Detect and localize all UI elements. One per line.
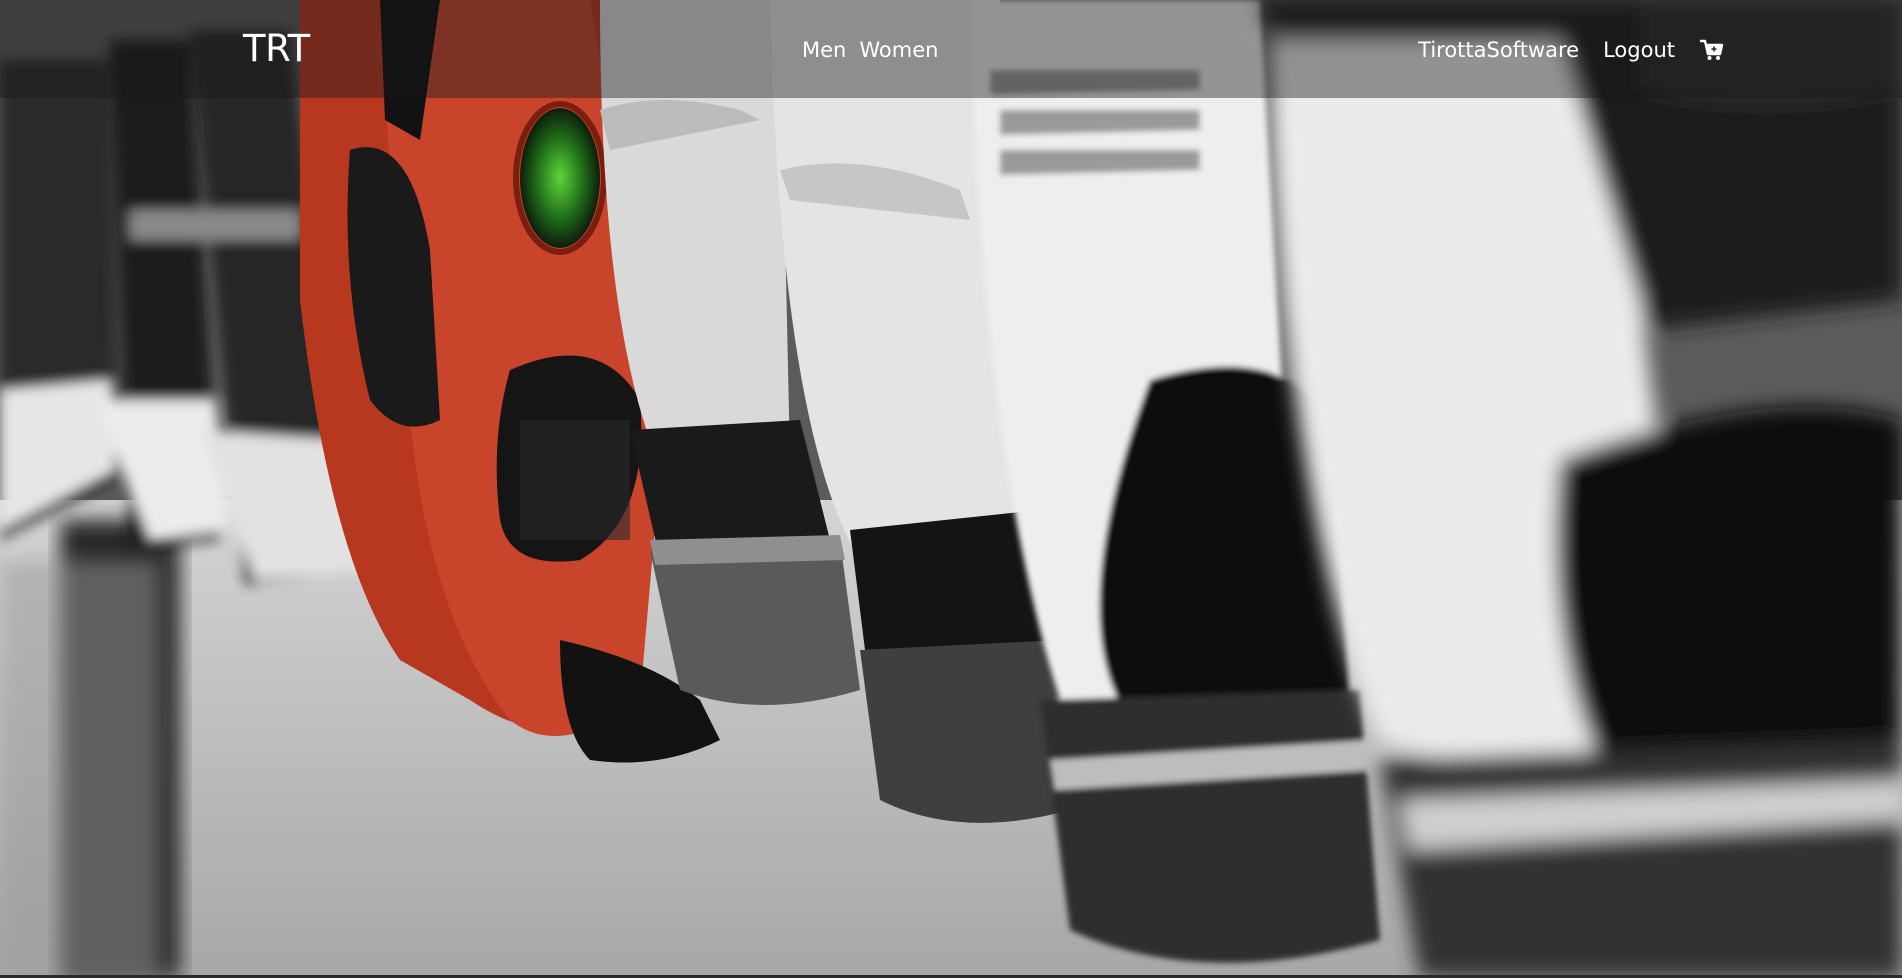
category-nav: Men Women	[802, 36, 938, 64]
top-navbar: TRT Men Women TirottaSoftware Logout	[0, 0, 1902, 98]
nav-link-men[interactable]: Men	[802, 36, 846, 64]
account-nav: TirottaSoftware Logout	[1418, 36, 1725, 64]
shopping-cart-add-icon[interactable]	[1699, 37, 1725, 63]
brand-logo-link[interactable]: TRT	[243, 27, 310, 71]
sneakers-photo	[0, 0, 1902, 978]
cart-icon-graphic	[1699, 39, 1724, 60]
nav-link-women[interactable]: Women	[859, 36, 938, 64]
landing-page: TRT Men Women TirottaSoftware Logout	[0, 0, 1902, 978]
nav-link-account[interactable]: TirottaSoftware	[1418, 36, 1579, 64]
hero-background-image	[0, 0, 1902, 978]
nav-link-logout[interactable]: Logout	[1603, 36, 1675, 64]
